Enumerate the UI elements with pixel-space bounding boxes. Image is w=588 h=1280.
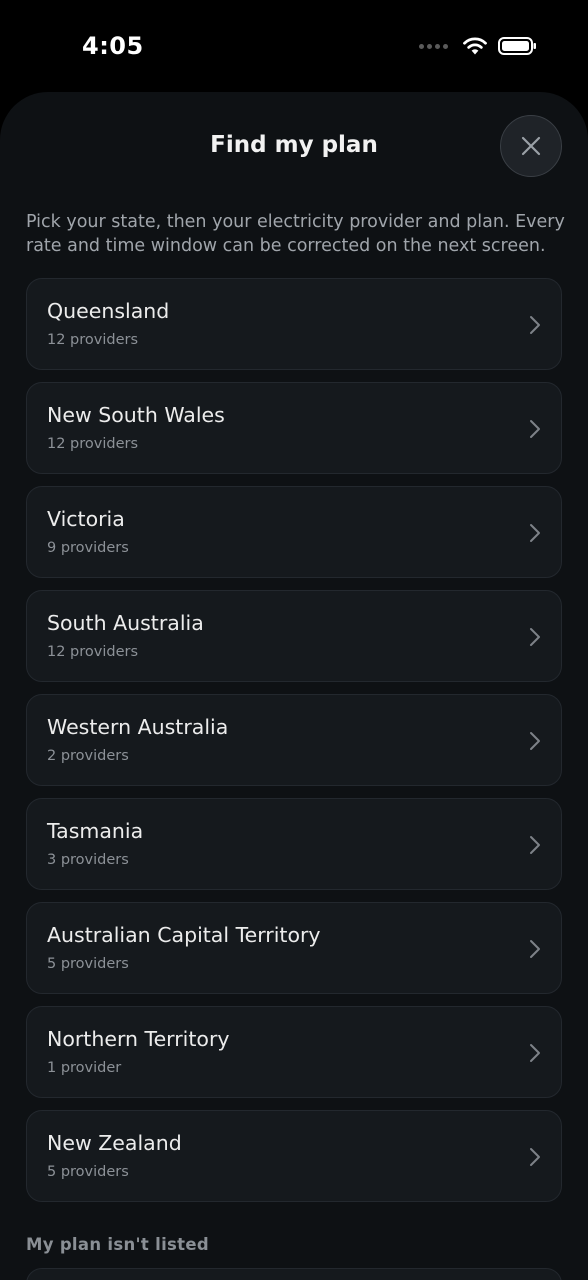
find-plan-sheet: Find my plan Pick your state, then your … xyxy=(0,92,588,1280)
state-name: Australian Capital Territory xyxy=(47,923,321,947)
state-name: New Zealand xyxy=(47,1131,182,1155)
status-time: 4:05 xyxy=(82,32,144,60)
provider-count: 12 providers xyxy=(47,436,139,452)
state-item-new-zealand[interactable]: New Zealand 5 providers xyxy=(26,1110,562,1202)
chevron-right-icon xyxy=(530,316,540,334)
chevron-right-icon xyxy=(530,1044,540,1062)
chevron-right-icon xyxy=(530,732,540,750)
chevron-right-icon xyxy=(530,524,540,542)
state-name: South Australia xyxy=(47,611,204,635)
state-item-victoria[interactable]: Victoria 9 providers xyxy=(26,486,562,578)
provider-count: 9 providers xyxy=(47,540,129,556)
state-item-new-south-wales[interactable]: New South Wales 12 providers xyxy=(26,382,562,474)
provider-count: 1 provider xyxy=(47,1060,122,1076)
chevron-right-icon xyxy=(530,940,540,958)
state-name: Tasmania xyxy=(47,819,144,843)
provider-count: 3 providers xyxy=(47,852,129,868)
state-list: Queensland 12 providers New South Wales … xyxy=(26,278,562,1214)
battery-icon xyxy=(498,37,536,55)
state-item-australian-capital-territory[interactable]: Australian Capital Territory 5 providers xyxy=(26,902,562,994)
close-button[interactable] xyxy=(500,115,562,177)
state-item-south-australia[interactable]: South Australia 12 providers xyxy=(26,590,562,682)
unlisted-plan-card[interactable] xyxy=(26,1268,562,1280)
status-bar: 4:05 xyxy=(0,0,588,92)
chevron-right-icon xyxy=(530,628,540,646)
provider-count: 12 providers xyxy=(47,644,139,660)
close-icon xyxy=(521,136,541,156)
state-name: Queensland xyxy=(47,299,170,323)
chevron-right-icon xyxy=(530,420,540,438)
chevron-right-icon xyxy=(530,836,540,854)
state-name: Western Australia xyxy=(47,715,229,739)
state-name: Victoria xyxy=(47,507,125,531)
state-item-queensland[interactable]: Queensland 12 providers xyxy=(26,278,562,370)
intro-text: Pick your state, then your electricity p… xyxy=(26,212,565,256)
provider-count: 2 providers xyxy=(47,748,129,764)
status-icons xyxy=(419,36,538,56)
signal-icon xyxy=(419,43,448,49)
state-name: Northern Territory xyxy=(47,1027,230,1051)
state-name: New South Wales xyxy=(47,403,225,427)
chevron-right-icon xyxy=(530,1148,540,1166)
state-item-western-australia[interactable]: Western Australia 2 providers xyxy=(26,694,562,786)
unlisted-section-label: My plan isn't listed xyxy=(26,1235,209,1254)
state-item-northern-territory[interactable]: Northern Territory 1 provider xyxy=(26,1006,562,1098)
state-item-tasmania[interactable]: Tasmania 3 providers xyxy=(26,798,562,890)
provider-count: 5 providers xyxy=(47,1164,129,1180)
provider-count: 5 providers xyxy=(47,956,129,972)
wifi-icon xyxy=(463,37,487,55)
provider-count: 12 providers xyxy=(47,332,139,348)
